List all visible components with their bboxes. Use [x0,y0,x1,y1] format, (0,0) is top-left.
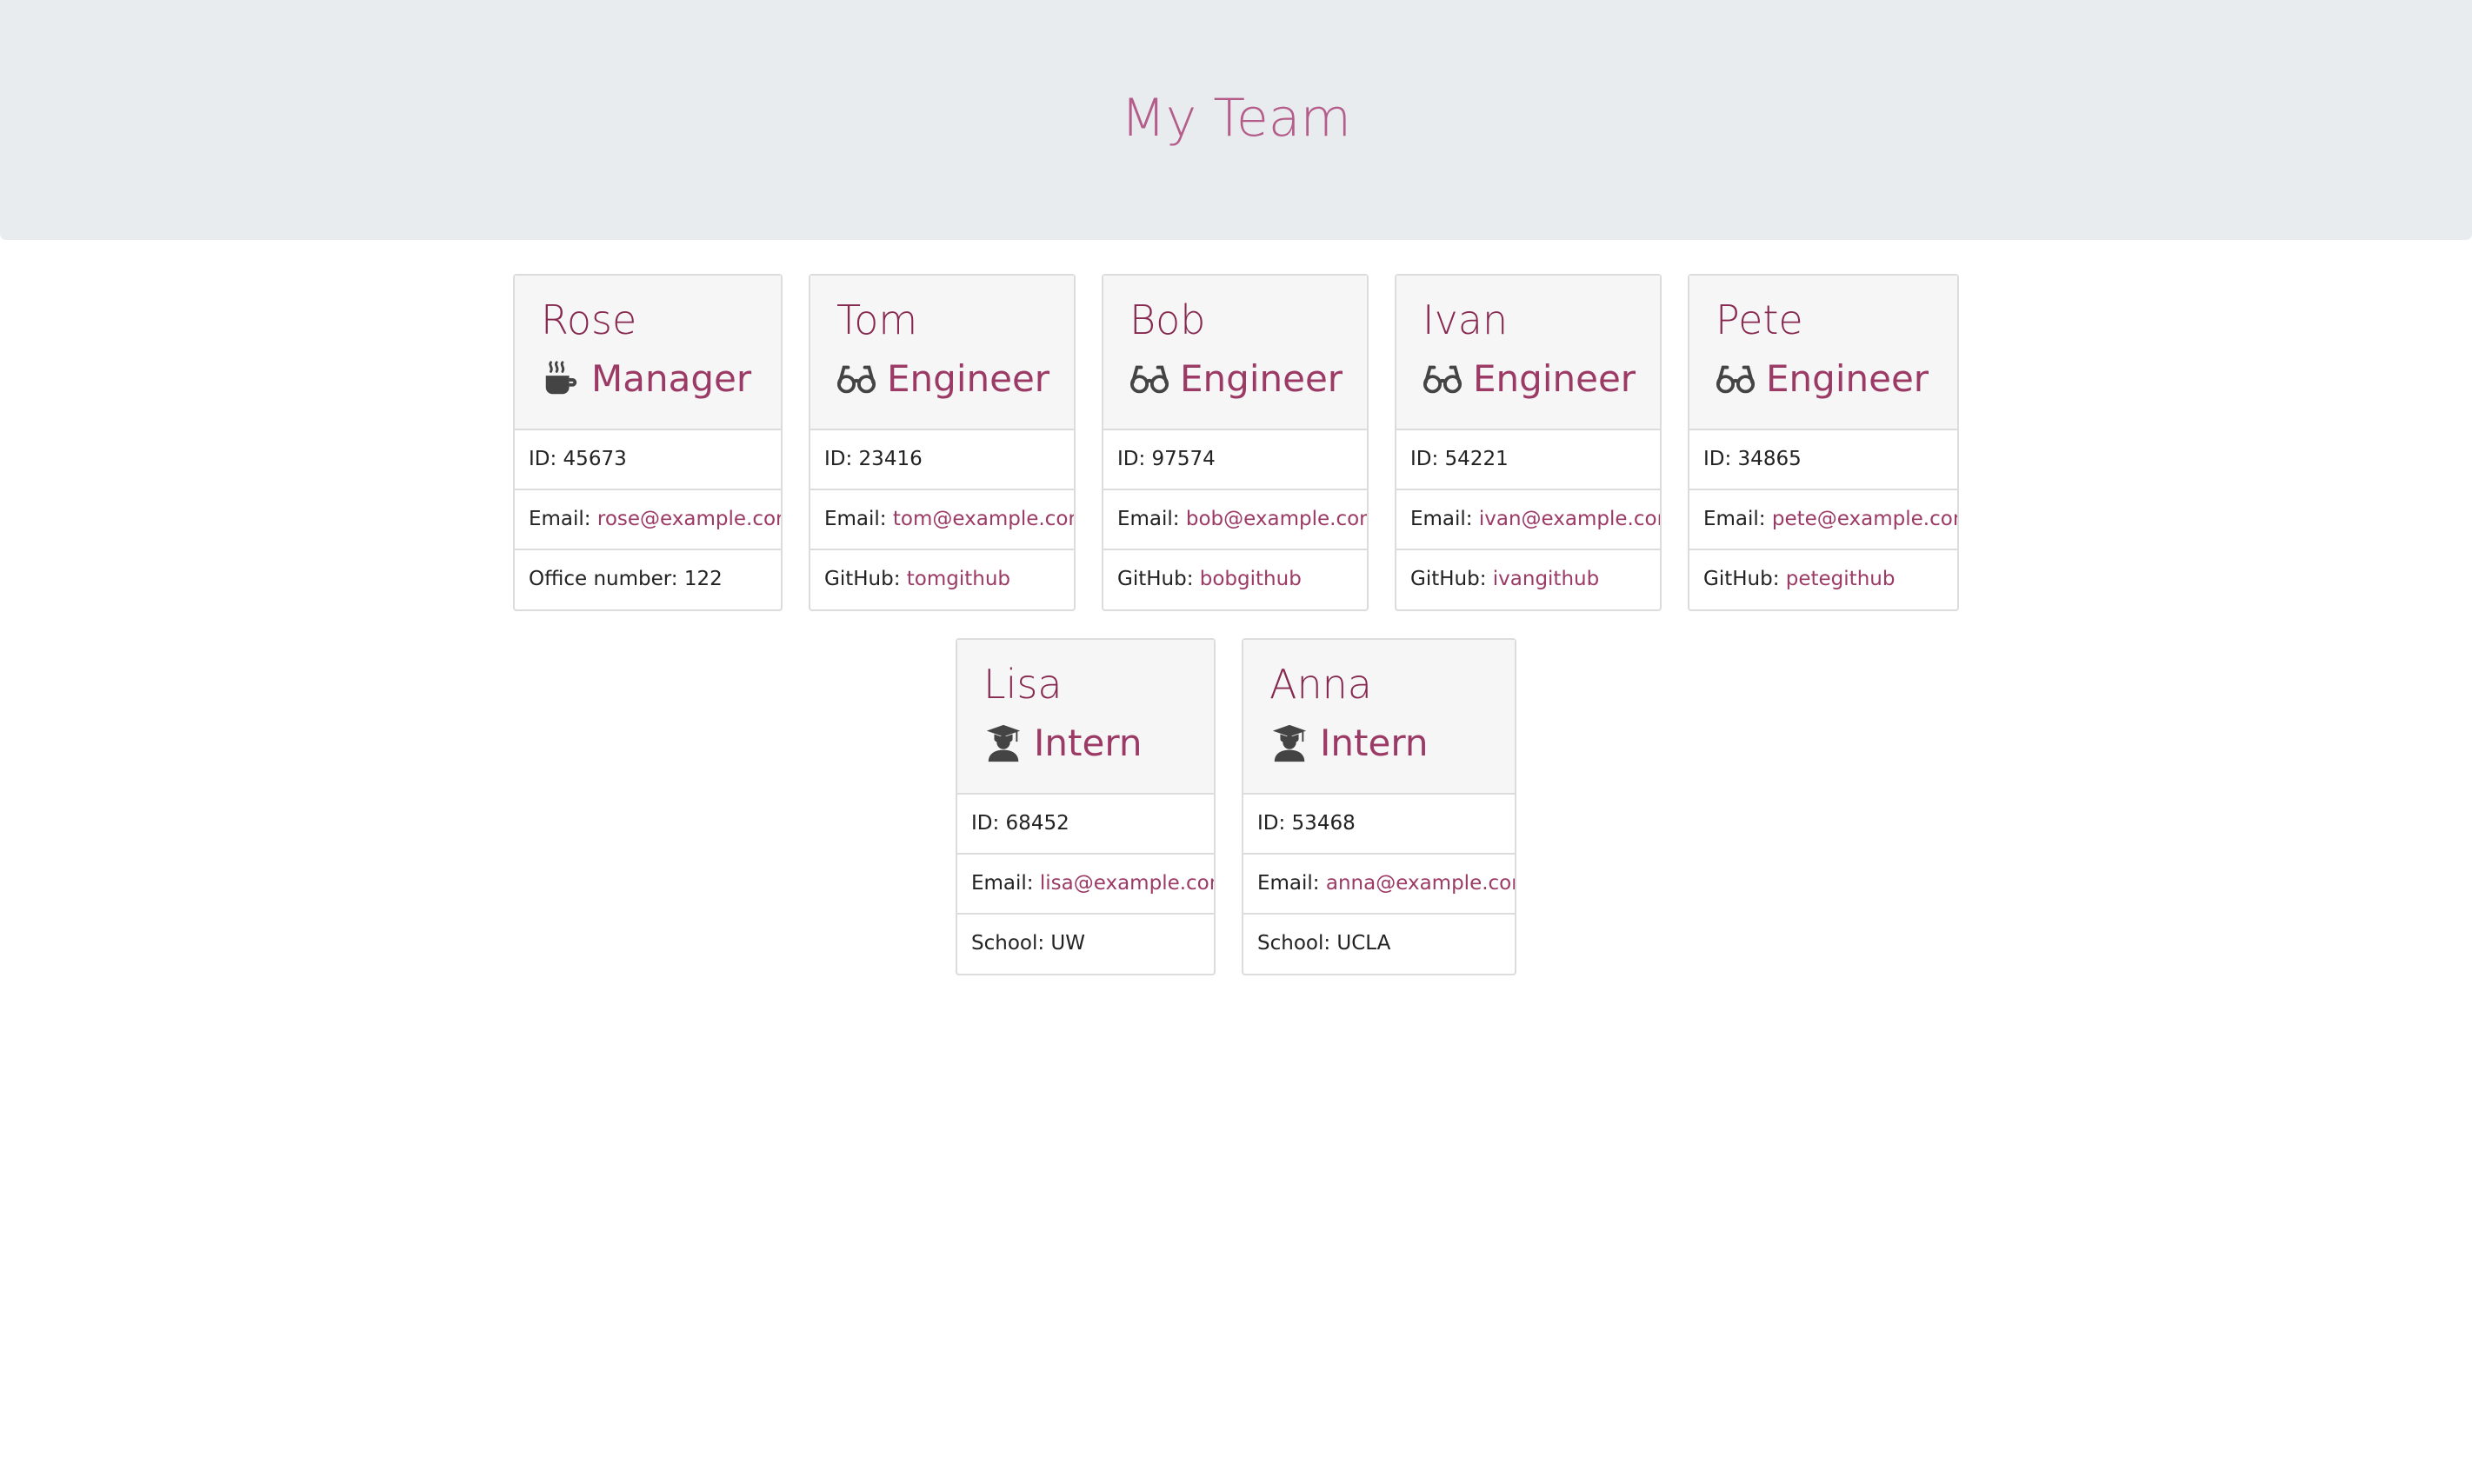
card-header: Ivan Engineer [1396,276,1660,430]
employee-id: ID: 23416 [810,430,1074,490]
card-header: Pete Engineer [1689,276,1957,430]
github-row: GitHub: tomgithub [810,550,1074,610]
glasses-icon [1129,359,1169,399]
github-label: GitHub: [824,568,907,590]
email-label: Email: [824,508,893,530]
github-row: GitHub: petegithub [1689,550,1957,610]
glasses-icon [1423,359,1463,399]
employee-name: Pete [1716,296,1803,343]
employee-email-row: Email: tom@example.com [810,490,1074,550]
office-number: Office number: 122 [529,568,723,590]
email-link[interactable]: anna@example.com [1326,872,1515,895]
card-header: Bob Engineer [1103,276,1367,430]
employee-card-bob: Bob Engineer ID: 97574 Email: bob@exampl… [1102,274,1369,611]
github-label: GitHub: [1117,568,1200,590]
header-banner: My Team [0,0,2472,240]
employee-card-ivan: Ivan Engineer ID: 54221 Email: ivan@exam… [1395,274,1662,611]
email-link[interactable]: bob@example.com [1186,508,1367,530]
employee-role: Intern [1269,718,1428,769]
email-link[interactable]: ivan@example.com [1479,508,1660,530]
employee-email-row: Email: lisa@example.com [957,855,1214,915]
email-label: Email: [1410,508,1479,530]
glasses-icon [1716,359,1756,399]
github-row: GitHub: bobgithub [1103,550,1367,610]
role-label: Intern [1320,722,1429,764]
employee-role: Engineer [1423,354,1636,404]
glasses-icon [836,359,876,399]
employee-role: Manager [541,354,751,404]
github-label: GitHub: [1410,568,1493,590]
employee-id: ID: 45673 [515,430,781,490]
employee-email-row: Email: ivan@example.com [1396,490,1660,550]
employee-email-row: Email: pete@example.com [1689,490,1957,550]
employee-name: Rose [541,296,637,343]
employee-card-tom: Tom Engineer ID: 23416 Email: tom@exampl… [809,274,1076,611]
employee-card-pete: Pete Engineer ID: 34865 Email: pete@exam… [1688,274,1959,611]
email-label: Email: [971,872,1040,895]
github-link[interactable]: ivangithub [1493,568,1599,590]
email-link[interactable]: pete@example.com [1772,508,1957,530]
github-link[interactable]: petegithub [1786,568,1896,590]
card-header: Anna Intern [1243,640,1515,795]
employee-email-row: Email: bob@example.com [1103,490,1367,550]
employee-role: Engineer [1716,354,1929,404]
role-label: Engineer [1180,357,1343,400]
github-row: GitHub: ivangithub [1396,550,1660,610]
page-title: My Team [1121,88,1351,149]
employee-id: ID: 34865 [1689,430,1957,490]
employee-card-rose: Rose Manager ID: 45673 Email: rose@examp… [513,274,783,611]
school: School: UCLA [1257,932,1391,955]
role-label: Engineer [887,357,1050,400]
role-label: Engineer [1766,357,1929,400]
email-label: Email: [1703,508,1772,530]
email-label: Email: [1257,872,1326,895]
employee-id: ID: 54221 [1396,430,1660,490]
employee-role: Engineer [1129,354,1343,404]
email-label: Email: [529,508,597,530]
role-label: Manager [591,357,752,400]
email-label: Email: [1117,508,1186,530]
employee-name: Bob [1129,296,1206,343]
graduate-icon [1269,723,1309,763]
card-header: Lisa Intern [957,640,1214,795]
employee-id: ID: 53468 [1243,795,1515,855]
github-link[interactable]: tomgithub [907,568,1010,590]
employee-id: ID: 97574 [1103,430,1367,490]
email-link[interactable]: lisa@example.com [1040,872,1214,895]
github-label: GitHub: [1703,568,1786,590]
email-link[interactable]: tom@example.com [893,508,1074,530]
employee-email-row: Email: rose@example.com [515,490,781,550]
card-header: Tom Engineer [810,276,1074,430]
email-link[interactable]: rose@example.com [597,508,781,530]
role-label: Engineer [1473,357,1636,400]
role-label: Intern [1034,722,1143,764]
card-header: Rose Manager [515,276,781,430]
employee-name: Lisa [983,661,1063,708]
employee-card-anna: Anna Intern ID: 53468 Email: anna@exampl… [1242,638,1516,975]
employee-role: Engineer [836,354,1049,404]
employee-role: Intern [983,718,1142,769]
school: School: UW [971,932,1085,955]
github-link[interactable]: bobgithub [1200,568,1302,590]
employee-id: ID: 68452 [957,795,1214,855]
coffee-icon [541,359,581,399]
graduate-icon [983,723,1023,763]
employee-name: Ivan [1423,296,1509,343]
employee-card-lisa: Lisa Intern ID: 68452 Email: lisa@exampl… [956,638,1216,975]
employee-name: Tom [836,296,918,343]
employee-name: Anna [1269,661,1372,708]
employee-email-row: Email: anna@example.com [1243,855,1515,915]
